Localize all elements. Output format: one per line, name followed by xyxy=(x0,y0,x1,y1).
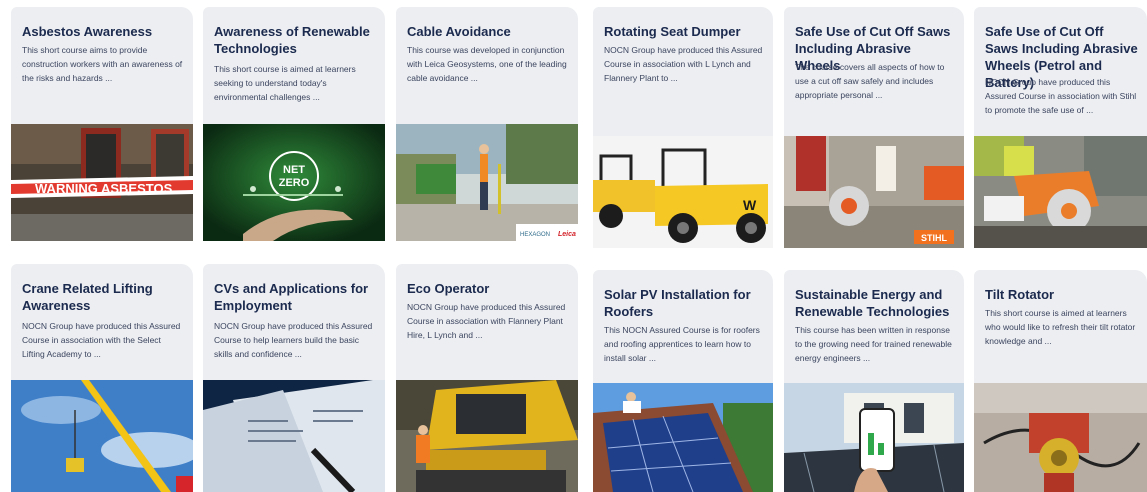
course-image-dumper[interactable]: W xyxy=(593,136,773,248)
leica-logo: Leica xyxy=(558,231,576,238)
course-description: This course has been written in response… xyxy=(795,325,952,363)
course-description: The course covers all aspects of how to … xyxy=(795,62,945,100)
stihl-logo: STIHL xyxy=(921,233,948,243)
course-title[interactable]: CVs and Applications for Employment xyxy=(214,280,377,314)
course-description: NOCN Group have produced this Assured Co… xyxy=(22,321,181,359)
course-card-cable-avoidance[interactable]: Cable Avoidance This course was develope… xyxy=(396,7,578,241)
course-description: NOCN Group have produced this Assured Co… xyxy=(214,321,373,359)
course-card-solar-pv[interactable]: Solar PV Installation for Roofers This N… xyxy=(593,270,773,492)
course-description: This short course aims to provide constr… xyxy=(22,45,183,83)
course-description: NOCN Group have produced this Assured Co… xyxy=(407,302,566,340)
course-image-solar[interactable] xyxy=(593,383,773,492)
course-title[interactable]: Solar PV Installation for Roofers xyxy=(604,286,765,320)
course-card-asbestos-awareness[interactable]: Asbestos Awareness This short course aim… xyxy=(11,7,193,241)
course-title[interactable]: Eco Operator xyxy=(407,280,570,297)
course-card-sustainable-energy[interactable]: Sustainable Energy and Renewable Technol… xyxy=(784,270,964,492)
course-card-cvs-applications[interactable]: CVs and Applications for Employment NOCN… xyxy=(203,264,385,492)
course-image-excavator[interactable] xyxy=(396,380,578,492)
course-image-cut-off-saw[interactable]: STIHL xyxy=(784,136,964,248)
course-title[interactable]: Crane Related Lifting Awareness xyxy=(22,280,185,314)
course-description: This course was developed in conjunction… xyxy=(407,45,567,83)
course-title[interactable]: Cable Avoidance xyxy=(407,23,570,40)
course-title[interactable]: Awareness of Renewable Technologies xyxy=(214,23,377,57)
course-description: NOCN Group have produced this Assured Co… xyxy=(604,45,763,83)
course-title[interactable]: Sustainable Energy and Renewable Technol… xyxy=(795,286,956,320)
course-image-crane[interactable] xyxy=(11,380,193,492)
course-image-cv[interactable] xyxy=(203,380,385,492)
course-description: This NOCN Assured Course is for roofers … xyxy=(604,325,760,363)
hexagon-logo: HEXAGON xyxy=(520,232,550,238)
course-image-smart-energy[interactable] xyxy=(784,383,964,492)
course-image-tilt-rotator[interactable] xyxy=(974,383,1147,492)
dumper-brand: W xyxy=(743,197,757,213)
course-card-cut-off-saws[interactable]: Safe Use of Cut Off Saws Including Abras… xyxy=(784,7,964,248)
course-image-net-zero[interactable]: NET ZERO xyxy=(203,124,385,241)
course-title[interactable]: Tilt Rotator xyxy=(985,286,1139,303)
course-description: NOCN Group have produced this Assured Co… xyxy=(985,77,1137,115)
course-image-stihl-saw[interactable] xyxy=(974,136,1147,248)
course-card-tilt-rotator[interactable]: Tilt Rotator This short course is aimed … xyxy=(974,270,1147,492)
zero-text: ZERO xyxy=(279,177,310,189)
course-title[interactable]: Rotating Seat Dumper xyxy=(604,23,765,40)
course-image-asbestos[interactable]: WARNING ASBESTOS xyxy=(11,124,193,241)
course-description: This short course is aimed at learners s… xyxy=(214,64,356,102)
course-card-renewable-technologies[interactable]: Awareness of Renewable Technologies This… xyxy=(203,7,385,241)
course-title[interactable]: Asbestos Awareness xyxy=(22,23,185,40)
course-card-eco-operator[interactable]: Eco Operator NOCN Group have produced th… xyxy=(396,264,578,492)
course-description: This short course is aimed at learners w… xyxy=(985,308,1136,346)
course-card-rotating-seat-dumper[interactable]: Rotating Seat Dumper NOCN Group have pro… xyxy=(593,7,773,248)
net-text: NET xyxy=(283,164,305,176)
course-card-cut-off-saws-petrol-battery[interactable]: Safe Use of Cut Off Saws Including Abras… xyxy=(974,7,1147,248)
course-image-cable-avoidance[interactable]: HEXAGON Leica xyxy=(396,124,578,241)
warning-tape-text: WARNING ASBESTOS xyxy=(35,181,173,196)
course-card-crane-lifting[interactable]: Crane Related Lifting Awareness NOCN Gro… xyxy=(11,264,193,492)
